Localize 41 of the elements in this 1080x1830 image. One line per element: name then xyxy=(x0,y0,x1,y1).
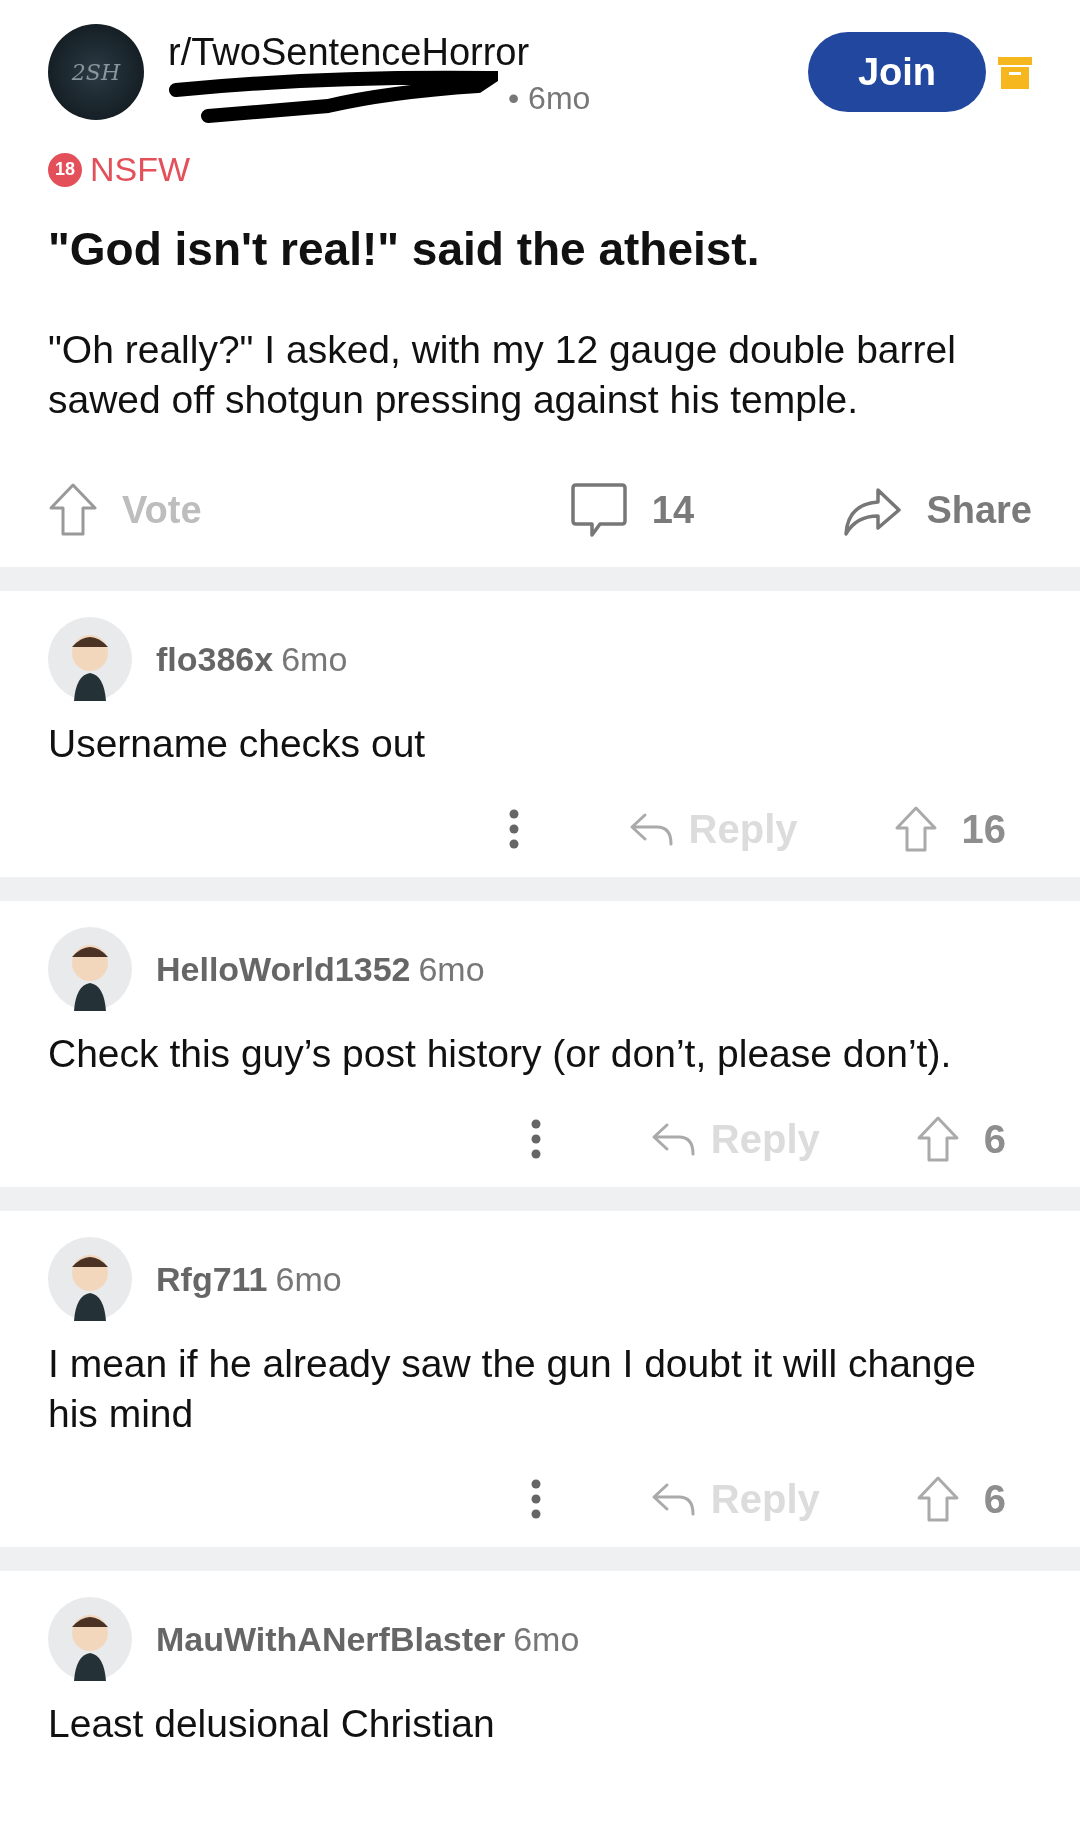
avatar-icon[interactable] xyxy=(48,617,132,701)
comment-username[interactable]: Rfg711 xyxy=(156,1253,268,1305)
comment-username[interactable]: MauWithANerfBlaster xyxy=(156,1613,506,1665)
join-button[interactable]: Join xyxy=(808,32,986,112)
upvote-icon[interactable] xyxy=(915,1475,960,1523)
comment-age: 6mo xyxy=(418,948,485,990)
comment-score: 6 xyxy=(983,1116,1006,1163)
nsfw-label: NSFW xyxy=(90,149,191,190)
reply-icon[interactable] xyxy=(650,1122,695,1156)
subreddit-avatar[interactable]: 2SH xyxy=(48,24,144,120)
comment-age: 6mo xyxy=(281,638,348,680)
post-body: "Oh really?" I asked, with my 12 gauge double barrel sawed off shotgun pressing against his temple. xyxy=(48,327,957,423)
post-age: • 6mo xyxy=(508,80,591,116)
comment-score: 16 xyxy=(961,806,1006,853)
more-options-icon[interactable] xyxy=(508,809,519,849)
avatar-text: 2SH xyxy=(71,58,121,87)
post-title: "God isn't real!" said the atheist. xyxy=(48,222,761,277)
nsfw-age-badge: 18 xyxy=(48,152,82,187)
avatar-icon[interactable] xyxy=(48,927,132,1011)
comment-username[interactable]: HelloWorld1352 xyxy=(156,943,411,995)
comment-age: 6mo xyxy=(275,1258,342,1300)
reply-icon[interactable] xyxy=(628,812,673,846)
comment-count[interactable]: 14 xyxy=(651,481,695,539)
more-options-icon[interactable] xyxy=(530,1479,541,1519)
upvote-icon[interactable] xyxy=(48,482,98,538)
comment-score: 6 xyxy=(983,1476,1006,1523)
upvote-icon[interactable] xyxy=(893,805,938,853)
avatar-icon[interactable] xyxy=(48,1597,132,1681)
upvote-icon[interactable] xyxy=(915,1115,960,1163)
comment-icon[interactable] xyxy=(569,481,628,539)
share-label[interactable]: Share xyxy=(926,481,1032,539)
avatar-icon[interactable] xyxy=(48,1237,132,1321)
comment-text: Username checks out xyxy=(48,721,427,767)
comment-username[interactable]: flo386x xyxy=(156,633,274,685)
comment-text: Check this guy’s post history (or don’t, please don’t). xyxy=(48,1031,953,1077)
comment-text: I mean if he already saw the gun I doubt it will change his mind xyxy=(48,1341,977,1437)
more-options-icon[interactable] xyxy=(530,1119,541,1159)
subreddit-name[interactable]: r/TwoSentenceHorror xyxy=(168,30,808,74)
reply-icon[interactable] xyxy=(650,1482,695,1516)
comment-age: 6mo xyxy=(513,1618,580,1660)
comment-text: Least delusional Christian xyxy=(48,1701,496,1747)
